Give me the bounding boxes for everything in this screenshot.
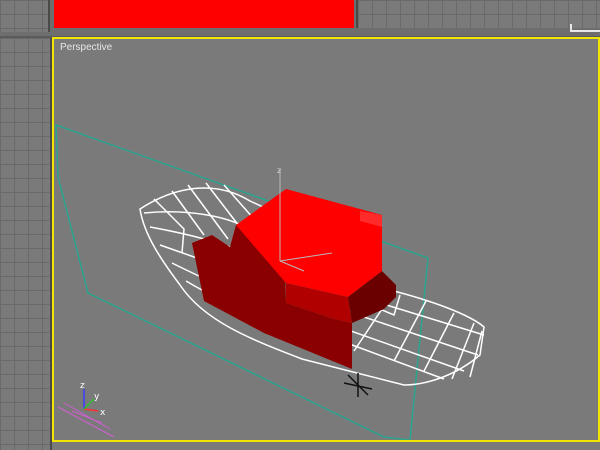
axis-tripod-icon [57,389,115,438]
pivot-cross-icon [343,373,373,397]
axis-z-label: z [80,381,85,391]
perspective-viewport[interactable]: Perspective z z y x [52,37,600,442]
left-viewport[interactable] [0,38,52,450]
top-left-viewport[interactable] [0,0,50,32]
pivot-z-label: z [277,166,281,175]
top-right-viewport[interactable] [356,0,600,28]
boat-cabin [192,189,396,369]
axis-x-label: x [100,408,106,418]
top-viewport-strip[interactable] [0,0,600,38]
perspective-scene[interactable]: z z y x [54,39,598,440]
top-viewport-red-object [54,0,354,28]
top-right-viewport-border [570,24,600,32]
axis-y-label: y [94,392,100,402]
